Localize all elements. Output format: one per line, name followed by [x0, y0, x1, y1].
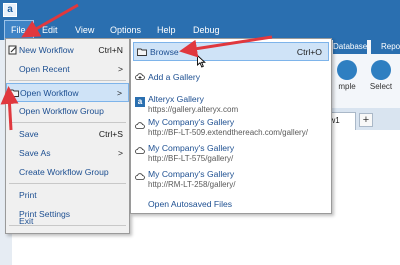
arrow-to-file-menu [21, 3, 79, 38]
annotation-arrows [0, 3, 273, 131]
arrow-to-browse [179, 35, 273, 58]
arrow-to-open-workflow [0, 86, 19, 131]
